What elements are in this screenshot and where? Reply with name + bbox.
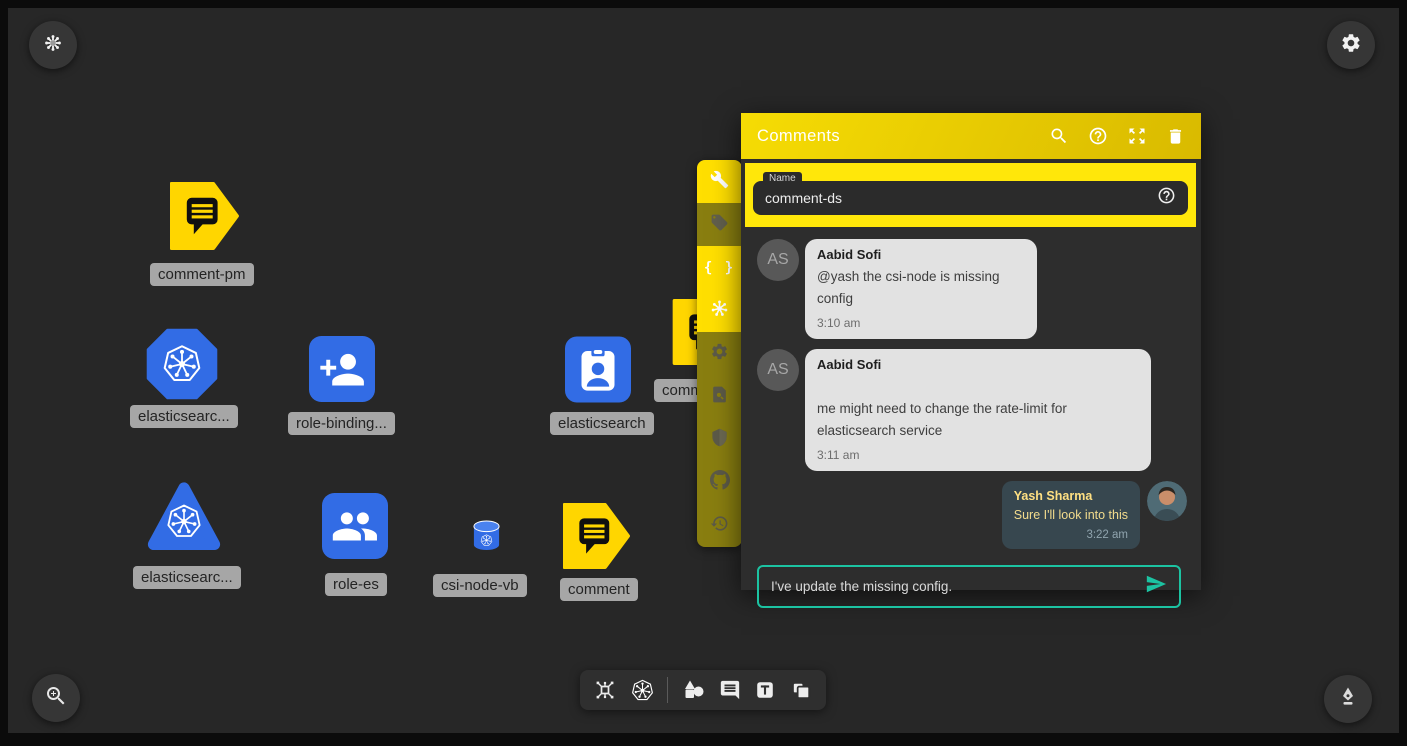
zoom-in-icon: [44, 684, 68, 713]
toolbar-item-settings[interactable]: [697, 332, 742, 375]
message-time: 3:10 am: [817, 316, 1025, 330]
message-time: 3:22 am: [1014, 529, 1128, 541]
name-input[interactable]: [765, 190, 1157, 206]
message-author: Aabid Sofi: [817, 247, 1025, 262]
help-icon[interactable]: [1088, 126, 1108, 146]
gear-icon: [710, 342, 729, 366]
toolbar-item-tags[interactable]: [697, 203, 742, 246]
node-label: comment-pm: [150, 263, 254, 286]
node-label: elasticsearch: [550, 412, 654, 435]
message-text: me might need to change the rate-limit f…: [817, 398, 1139, 441]
toolbar-item-history[interactable]: [697, 504, 742, 547]
shapes-icon[interactable]: [682, 678, 706, 702]
document-search-icon: [710, 385, 729, 409]
node-label: comment: [560, 578, 638, 601]
node-comment[interactable]: [563, 501, 631, 576]
avatar: AS: [757, 349, 799, 391]
chat-message-input[interactable]: [771, 579, 1145, 594]
avatar-photo: [1147, 481, 1187, 521]
toolbar-item-inspect[interactable]: [697, 375, 742, 418]
comment-tool-icon[interactable]: [719, 679, 741, 701]
message-list: AS Aabid Sofi @yash the csi-node is miss…: [741, 227, 1201, 549]
app-window: comment-pm elasticsearc... role-binding.…: [0, 0, 1407, 746]
node-action-toolbar: { }: [697, 160, 742, 547]
shield-icon: [710, 428, 729, 452]
wrench-icon: [710, 170, 729, 194]
settings-button[interactable]: [1327, 21, 1375, 69]
gear-icon: [1340, 32, 1362, 59]
tag-icon: [710, 213, 729, 237]
message: AS Aabid Sofi me might need to change th…: [757, 349, 1187, 471]
toolbar-item-config[interactable]: { }: [697, 246, 742, 289]
expand-icon[interactable]: [1127, 126, 1147, 146]
app-logo-icon: [42, 32, 64, 59]
braces-icon: { }: [704, 260, 735, 276]
zoom-button[interactable]: [32, 674, 80, 722]
help-icon[interactable]: [1157, 186, 1176, 210]
chat-input[interactable]: [757, 565, 1181, 608]
toolbar-item-tools[interactable]: [697, 160, 742, 203]
pen-nib-icon: [1336, 685, 1360, 714]
message: AS Aabid Sofi @yash the csi-node is miss…: [757, 239, 1187, 339]
toolbar-item-security[interactable]: [697, 418, 742, 461]
message-text: Sure I'll look into this: [1014, 505, 1128, 525]
message: Yash Sharma Sure I'll look into this 3:2…: [757, 481, 1187, 549]
note-tool-icon[interactable]: [790, 679, 813, 702]
toolbar-item-relationships[interactable]: [697, 289, 742, 332]
node-elasticsearch-badge[interactable]: [565, 336, 631, 408]
text-tool-icon[interactable]: [754, 679, 776, 701]
kubernetes-icon[interactable]: [631, 679, 654, 702]
node-csi-node[interactable]: [471, 519, 502, 558]
node-role-es[interactable]: [322, 493, 388, 564]
message-author: Yash Sharma: [1014, 489, 1128, 503]
send-icon[interactable]: [1145, 573, 1167, 600]
comments-panel: Comments Name AS Aabid Sofi @yash the cs…: [741, 113, 1201, 590]
component-graph-icon[interactable]: [593, 678, 617, 702]
name-field-label: Name: [763, 172, 802, 185]
message-time: 3:11 am: [817, 448, 1139, 462]
node-label: csi-node-vb: [433, 574, 527, 597]
history-icon: [710, 514, 729, 538]
node-label: role-es: [325, 573, 387, 596]
name-field[interactable]: Name: [753, 181, 1188, 215]
panel-title: Comments: [757, 127, 840, 146]
app-logo-button[interactable]: [29, 21, 77, 69]
node-comment-pm[interactable]: [170, 180, 240, 257]
github-icon: [710, 470, 730, 495]
avatar: AS: [757, 239, 799, 281]
toolbar-item-github[interactable]: [697, 461, 742, 504]
hub-icon: [709, 298, 730, 324]
message-author: Aabid Sofi: [817, 357, 1139, 372]
toolbar-divider: [667, 677, 668, 703]
pen-tool-button[interactable]: [1324, 675, 1372, 723]
node-label: elasticsearc...: [133, 566, 241, 589]
node-role-binding[interactable]: [309, 336, 375, 407]
delete-icon[interactable]: [1166, 127, 1185, 146]
node-elasticsearch-octagon[interactable]: [146, 328, 218, 405]
message-text: @yash the csi-node is missing config: [817, 266, 1025, 309]
shape-tools-toolbar: [580, 670, 826, 710]
comments-panel-header[interactable]: Comments: [741, 113, 1201, 159]
node-elasticsearch-triangle[interactable]: [146, 477, 222, 562]
node-label: role-binding...: [288, 412, 395, 435]
node-label: elasticsearc...: [130, 405, 238, 428]
name-field-section: Name: [745, 163, 1196, 227]
search-icon[interactable]: [1049, 126, 1069, 146]
